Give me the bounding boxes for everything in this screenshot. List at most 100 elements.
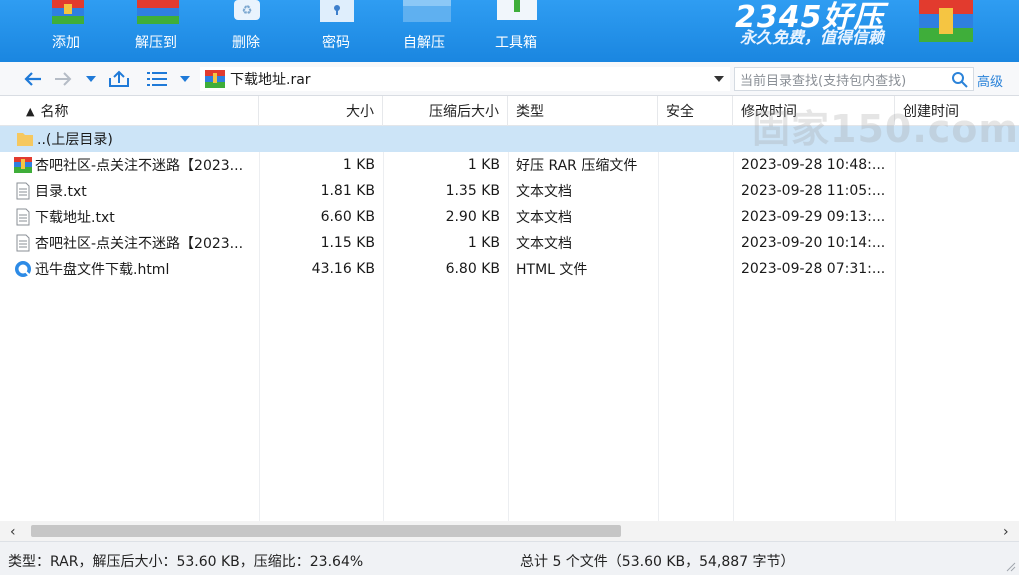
extract-to-button[interactable]: 解压到 xyxy=(135,0,181,62)
folder-icon xyxy=(17,133,33,146)
modified-cell: 2023-09-28 10:48:... xyxy=(741,157,886,173)
table-row[interactable]: 迅牛盘文件下载.html 43.16 KB 6.80 KB HTML 文件 20… xyxy=(0,256,1019,282)
self-extract-button[interactable]: 自解压 xyxy=(403,0,451,62)
status-archive-info: 类型：RAR，解压后大小：53.60 KB，压缩比：23.64% xyxy=(8,554,364,570)
sort-asc-icon: ▲ xyxy=(26,104,35,118)
path-dropdown-icon[interactable] xyxy=(714,76,724,82)
size-cell: 1.81 KB xyxy=(320,183,375,199)
rar-archive-icon xyxy=(205,70,225,88)
forward-button[interactable] xyxy=(52,68,74,90)
column-modified[interactable]: 修改时间 xyxy=(733,96,895,126)
extract-to-label: 解压到 xyxy=(135,35,177,51)
self-extract-label: 自解压 xyxy=(403,35,445,51)
path-field[interactable]: 下载地址.rar xyxy=(200,67,730,91)
modified-cell: 2023-09-28 11:05:... xyxy=(741,183,886,199)
history-dropdown[interactable] xyxy=(84,68,98,90)
delete-button[interactable]: ♻ 删除 xyxy=(230,0,264,62)
scroll-left-icon[interactable]: ‹ xyxy=(10,524,16,540)
main-toolbar: 添加 解压到 ♻ 删除 密码 自解压 工具箱 2345好压 永久免费，值得信赖 xyxy=(0,0,1019,62)
delete-icon: ♻ xyxy=(234,0,260,20)
parent-directory-label: ..(上层目录) xyxy=(37,132,113,148)
search-input[interactable]: 当前目录查找(支持包内查找) xyxy=(734,67,974,91)
add-archive-icon xyxy=(52,0,84,24)
brand-slogan: 永久免费，值得信赖 xyxy=(740,28,885,47)
back-button[interactable] xyxy=(22,68,44,90)
name-cell: 目录.txt xyxy=(14,178,259,204)
type-cell: HTML 文件 xyxy=(516,262,588,278)
file-name: 下载地址.txt xyxy=(35,210,115,226)
type-cell: 文本文档 xyxy=(516,236,572,252)
table-row[interactable]: 杏吧社区-点关注不迷路【2023... 1.15 KB 1 KB 文本文档 20… xyxy=(0,230,1019,256)
path-text: 下载地址.rar xyxy=(230,72,311,88)
table-row[interactable]: 下载地址.txt 6.60 KB 2.90 KB 文本文档 2023-09-29… xyxy=(0,204,1019,230)
horizontal-scrollbar[interactable]: ‹ › xyxy=(0,521,1019,541)
column-name[interactable]: ▲ 名称 xyxy=(0,96,259,126)
modified-cell: 2023-09-20 10:14:... xyxy=(741,235,886,251)
folder-up-icon xyxy=(109,70,129,87)
modified-cell: 2023-09-28 07:31:... xyxy=(741,261,886,277)
name-cell: 下载地址.txt xyxy=(14,204,259,230)
text-file-icon xyxy=(16,182,30,200)
toolbox-label: 工具箱 xyxy=(495,35,537,51)
status-total-info: 总计 5 个文件（53.60 KB，54,887 字节） xyxy=(520,554,795,570)
scroll-right-icon[interactable]: › xyxy=(1003,524,1009,540)
packed-size-cell: 2.90 KB xyxy=(445,209,500,225)
column-size[interactable]: 大小 xyxy=(259,96,383,126)
packed-size-cell: 1 KB xyxy=(467,157,500,173)
password-button[interactable]: 密码 xyxy=(320,0,354,62)
name-cell: 杏吧社区-点关注不迷路【2023... xyxy=(14,152,259,178)
address-bar: 下载地址.rar 当前目录查找(支持包内查找) 高级 xyxy=(0,62,1019,96)
table-row[interactable]: 杏吧社区-点关注不迷路【2023... 1 KB 1 KB 好压 RAR 压缩文… xyxy=(0,152,1019,178)
size-cell: 6.60 KB xyxy=(320,209,375,225)
toolbox-button[interactable]: 工具箱 xyxy=(495,0,543,62)
list-view-icon xyxy=(147,72,167,86)
name-cell: 杏吧社区-点关注不迷路【2023... xyxy=(14,230,259,256)
delete-label: 删除 xyxy=(232,35,260,51)
type-cell: 文本文档 xyxy=(516,210,572,226)
text-file-icon xyxy=(16,234,30,252)
packed-size-cell: 1.35 KB xyxy=(445,183,500,199)
column-header: ▲ 名称 大小 压缩后大小 类型 安全 修改时间 创建时间 xyxy=(0,96,1019,126)
view-mode-dropdown[interactable] xyxy=(178,68,192,90)
up-level-button[interactable] xyxy=(108,68,130,90)
file-list: ..(上层目录) 杏吧社区-点关注不迷路【2023... 1 KB 1 KB 好… xyxy=(0,126,1019,521)
view-mode-button[interactable] xyxy=(146,68,168,90)
column-created[interactable]: 创建时间 xyxy=(895,96,1019,126)
column-packed-size[interactable]: 压缩后大小 xyxy=(383,96,508,126)
back-arrow-icon xyxy=(24,72,41,86)
file-name: 目录.txt xyxy=(35,184,87,200)
password-label: 密码 xyxy=(322,35,350,51)
rar-archive-icon xyxy=(14,157,32,173)
svg-text:♻: ♻ xyxy=(242,3,253,17)
text-file-icon xyxy=(16,208,30,226)
status-bar: 类型：RAR，解压后大小：53.60 KB，压缩比：23.64% 总计 5 个文… xyxy=(0,541,1019,575)
size-cell: 1 KB xyxy=(342,157,375,173)
type-cell: 好压 RAR 压缩文件 xyxy=(516,158,638,174)
packed-size-cell: 1 KB xyxy=(467,235,500,251)
name-cell: ..(上层目录) xyxy=(8,126,258,152)
packed-size-cell: 6.80 KB xyxy=(445,261,500,277)
forward-arrow-icon xyxy=(55,72,72,86)
modified-cell: 2023-09-29 09:13:... xyxy=(741,209,886,225)
column-security[interactable]: 安全 xyxy=(658,96,733,126)
password-icon xyxy=(320,0,354,22)
resize-grip-icon[interactable] xyxy=(1004,560,1016,572)
column-name-label: 名称 xyxy=(40,104,69,120)
chevron-down-icon xyxy=(180,76,190,82)
parent-directory-row[interactable]: ..(上层目录) xyxy=(0,126,1019,152)
add-button[interactable]: 添加 xyxy=(50,0,86,62)
advanced-search-link[interactable]: 高级 xyxy=(977,71,1003,90)
column-type[interactable]: 类型 xyxy=(508,96,658,126)
file-name: 迅牛盘文件下载.html xyxy=(35,262,170,278)
scrollbar-thumb[interactable] xyxy=(31,525,621,537)
file-name: 杏吧社区-点关注不迷路【2023... xyxy=(35,236,244,252)
add-label: 添加 xyxy=(52,35,80,51)
table-row[interactable]: 目录.txt 1.81 KB 1.35 KB 文本文档 2023-09-28 1… xyxy=(0,178,1019,204)
search-icon[interactable] xyxy=(951,71,969,89)
search-placeholder: 当前目录查找(支持包内查找) xyxy=(740,73,907,89)
extract-to-icon xyxy=(137,0,179,24)
size-cell: 43.16 KB xyxy=(311,261,375,277)
file-name: 杏吧社区-点关注不迷路【2023... xyxy=(35,158,244,174)
brand-archive-icon xyxy=(919,0,973,42)
brand-logo: 2345好压 永久免费，值得信赖 xyxy=(735,0,885,47)
